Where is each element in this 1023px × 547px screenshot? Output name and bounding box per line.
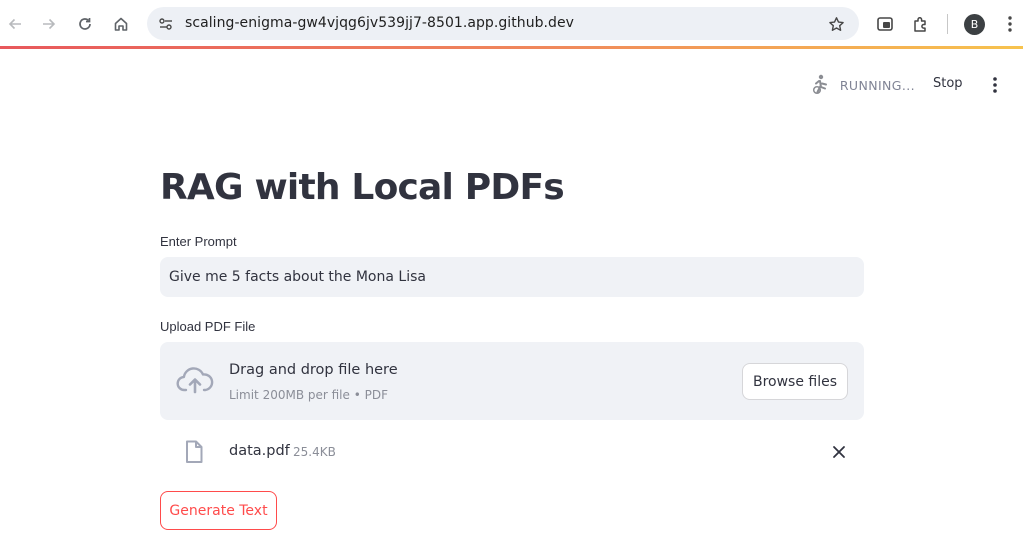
profile-avatar[interactable]: B <box>964 14 985 35</box>
home-button[interactable] <box>109 12 133 36</box>
main-content: RAG with Local PDFs Enter Prompt Give me… <box>160 160 864 530</box>
kebab-menu-icon <box>993 77 997 93</box>
file-icon <box>184 440 204 464</box>
running-status-text: RUNNING... <box>839 77 915 93</box>
address-bar[interactable]: scaling-enigma-gw4vjqg6jv539jj7-8501.app… <box>147 7 859 40</box>
generate-text-button[interactable]: Generate Text <box>160 491 277 530</box>
remove-file-button[interactable] <box>830 443 848 461</box>
browse-files-button[interactable]: Browse files <box>742 363 848 400</box>
extension-button[interactable] <box>873 12 897 36</box>
back-button[interactable] <box>3 12 27 36</box>
upload-label: Upload PDF File <box>160 319 256 334</box>
close-icon <box>833 446 845 458</box>
bookmark-star-icon[interactable] <box>826 14 846 34</box>
reload-icon <box>79 18 91 30</box>
prompt-input[interactable]: Give me 5 facts about the Mona Lisa <box>160 257 864 297</box>
uploaded-file-row: data.pdf 25.4KB <box>160 435 864 469</box>
dropzone-title: Drag and drop file here <box>229 362 398 378</box>
arrow-left-icon <box>8 18 21 30</box>
site-settings-icon[interactable] <box>157 15 175 33</box>
kebab-menu-icon <box>1008 16 1012 32</box>
extensions-menu-button[interactable] <box>909 12 933 36</box>
dropzone-limit-text: Limit 200MB per file • PDF <box>229 388 388 402</box>
file-dropzone[interactable]: Drag and drop file here Limit 200MB per … <box>160 342 864 420</box>
arrow-right-icon <box>43 18 56 30</box>
stop-button[interactable]: Stop <box>933 76 963 91</box>
url-text[interactable]: scaling-enigma-gw4vjqg6jv539jj7-8501.app… <box>185 15 574 31</box>
puzzle-icon <box>914 16 926 32</box>
cloud-upload-icon <box>176 366 214 396</box>
home-icon <box>114 17 128 31</box>
file-name: data.pdf <box>229 443 290 459</box>
toolbar-divider <box>947 14 948 34</box>
prompt-label: Enter Prompt <box>160 234 237 249</box>
app-main-menu-button[interactable] <box>985 74 1005 96</box>
app-status: RUNNING... <box>810 74 915 96</box>
reload-button[interactable] <box>73 12 97 36</box>
browser-toolbar: scaling-enigma-gw4vjqg6jv539jj7-8501.app… <box>0 0 1023 47</box>
page-title: RAG with Local PDFs <box>160 167 565 208</box>
browser-menu-button[interactable] <box>998 12 1022 36</box>
page-load-bar <box>0 46 1023 49</box>
forward-button[interactable] <box>37 12 61 36</box>
extension-app-icon <box>877 17 893 31</box>
running-man-icon <box>810 74 830 96</box>
file-size: 25.4KB <box>293 445 336 459</box>
